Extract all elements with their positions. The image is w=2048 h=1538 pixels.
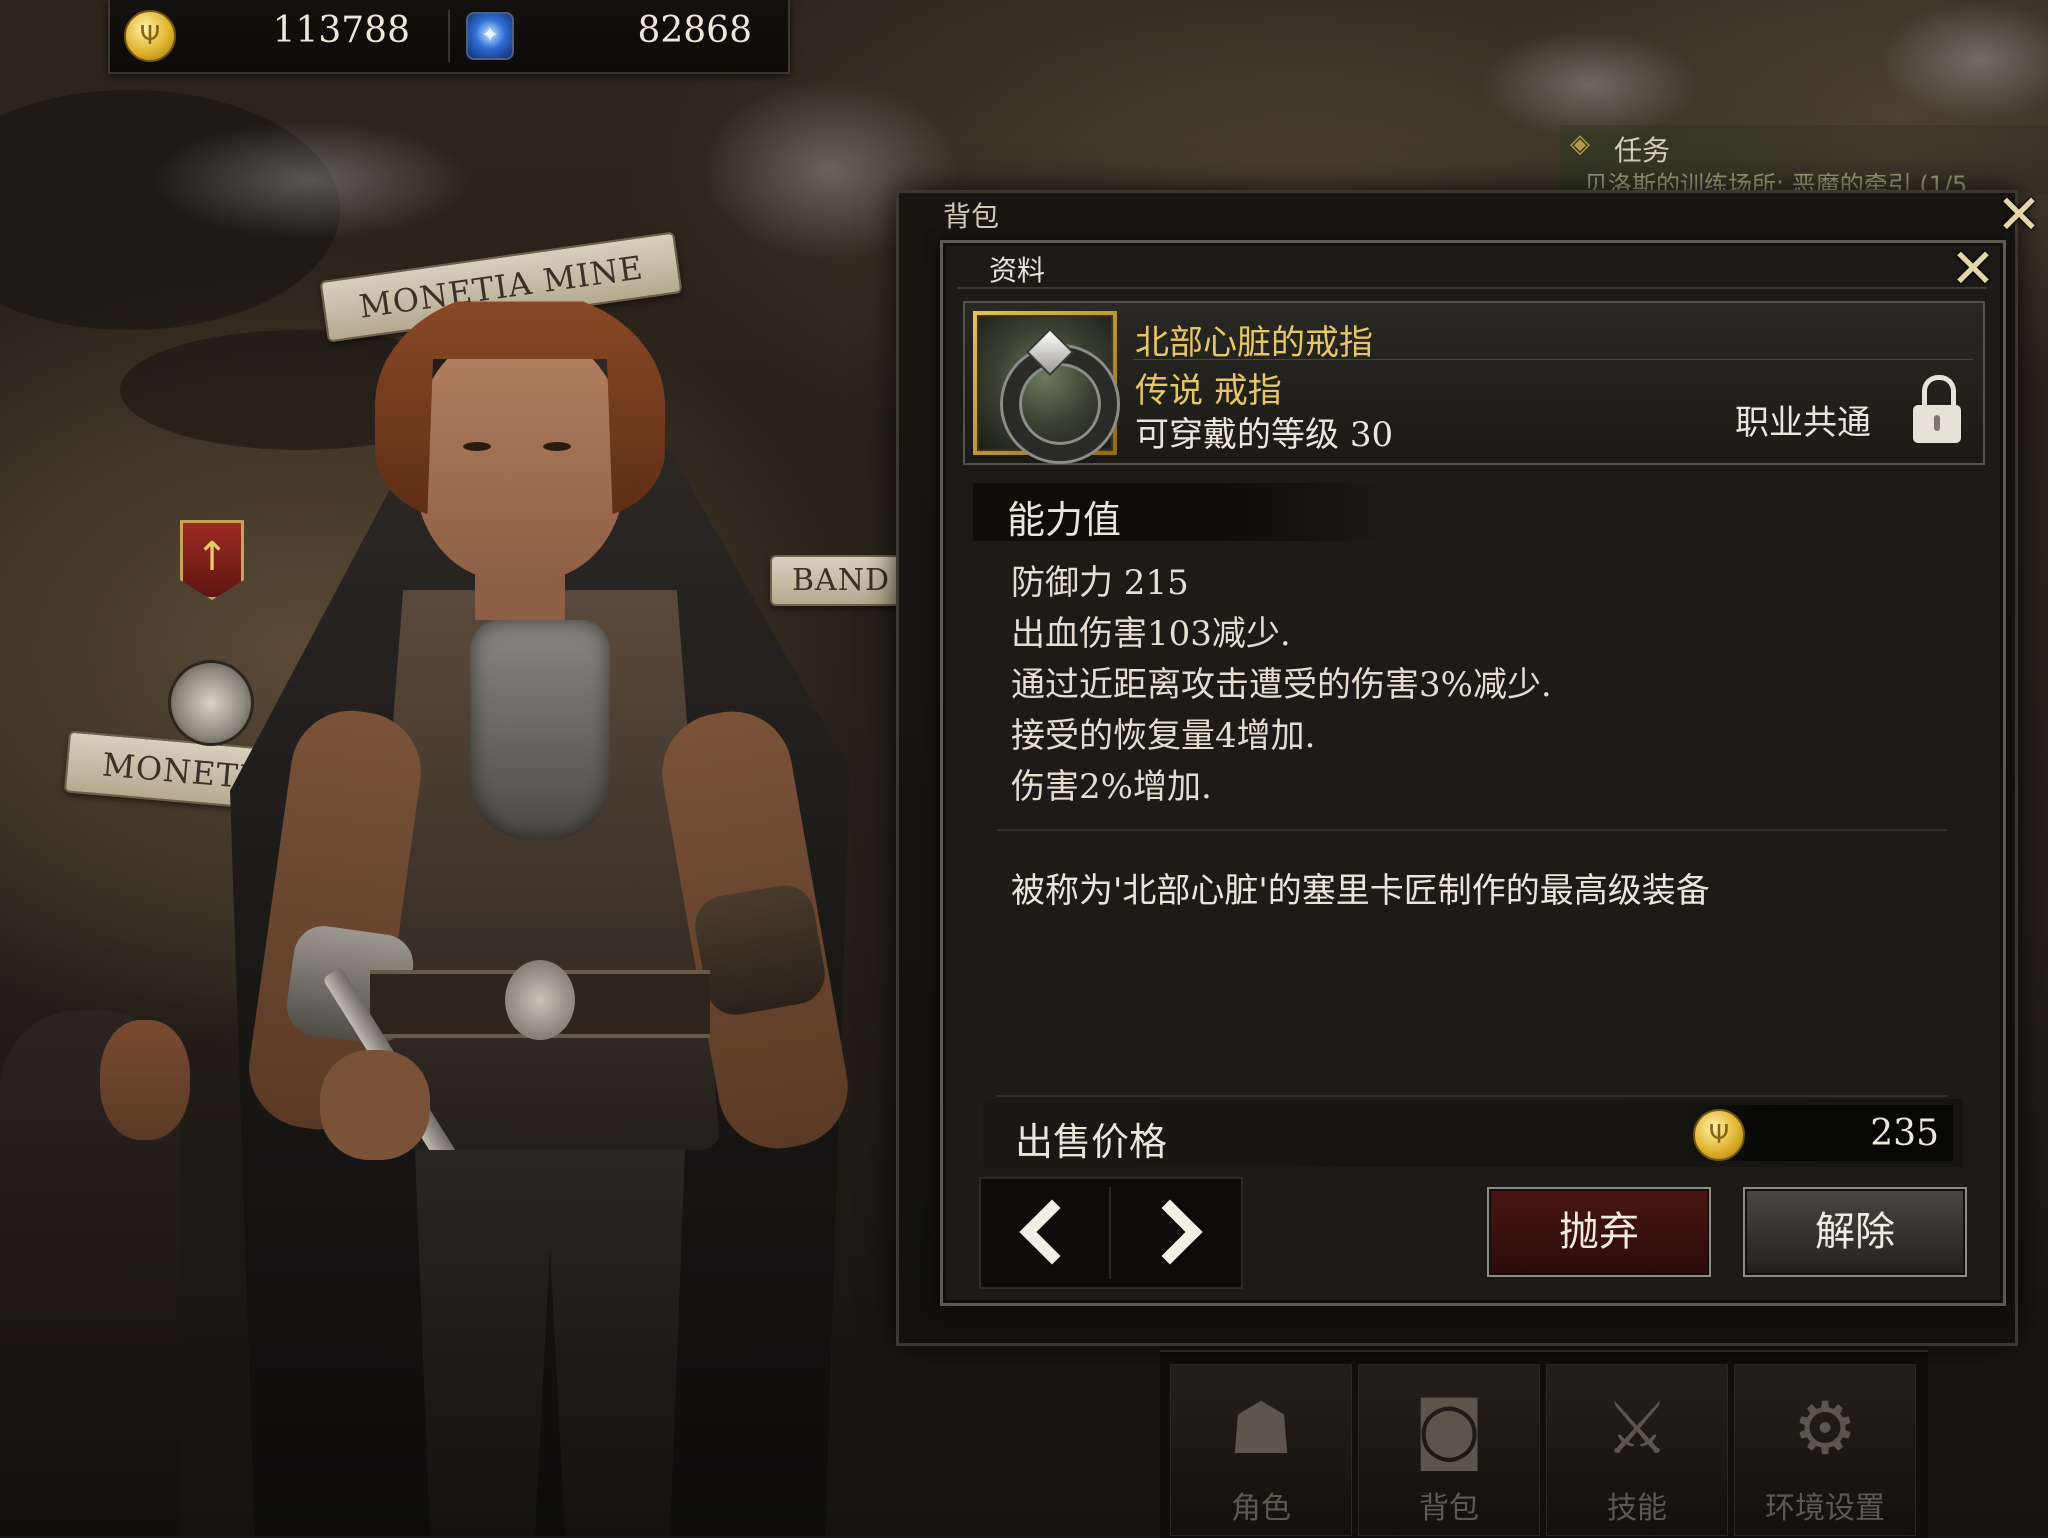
crossed-swords-icon: ⚔ <box>1604 1386 1670 1470</box>
wolf-emblem-icon: ◈ <box>1570 129 1590 159</box>
character-hand <box>320 1050 430 1160</box>
quest-objective[interactable]: 贝洛斯的训练场所: 恶魔的牵引 (1/5 <box>1584 165 2044 193</box>
item-level: 可穿戴的等级 30 <box>1135 407 1393 456</box>
inventory-title: 背包 <box>943 200 1000 233</box>
next-item-button[interactable] <box>1111 1179 1239 1287</box>
item-name: 北部心脏的戒指 <box>1135 323 1373 363</box>
item-level-label: 可穿戴的等级 <box>1135 415 1339 455</box>
nav-label: 背包 <box>1419 1491 1479 1526</box>
stats-heading-text: 能力值 <box>1007 498 1122 542</box>
info-header: 资料 <box>957 247 1987 289</box>
item-description: 被称为'北部心脏'的塞里卡匠制作的最高级装备 <box>1011 871 1710 911</box>
chevron-right-icon <box>1137 1199 1203 1265</box>
section-divider <box>997 829 1947 831</box>
info-close-icon[interactable]: ✕ <box>1949 242 1997 296</box>
quest-title: 任务 <box>1614 134 1671 167</box>
character-chest-armor <box>470 620 610 840</box>
lock-keyhole <box>1934 415 1940 431</box>
bottom-nav: ☗ 角色 ◙ 背包 ⚔ 技能 ⚙ 环境设置 <box>1160 1350 1928 1538</box>
gear-icon: ⚙ <box>1792 1386 1858 1470</box>
info-title: 资料 <box>989 254 1046 287</box>
lock-icon[interactable] <box>1913 375 1963 445</box>
map-cloud <box>150 120 470 240</box>
nav-label: 技能 <box>1607 1491 1667 1526</box>
hooded-figure-icon: ☗ <box>1228 1386 1294 1470</box>
sell-price-value: 235 <box>1870 1113 1939 1154</box>
lock-shackle <box>1922 375 1956 408</box>
item-rarity: 传说 戒指 <box>1135 371 1282 411</box>
blue-gem-icon: ✦ <box>466 12 514 60</box>
sell-price-label: 出售价格 <box>1015 1120 1168 1164</box>
character-head <box>415 330 625 580</box>
character-belt-buckle <box>505 960 575 1040</box>
item-icon-frame <box>973 311 1117 461</box>
item-nav-arrows <box>979 1177 1243 1289</box>
stat-line: 伤害2%增加. <box>1011 767 1212 807</box>
gold-amount: 113788 <box>272 10 410 51</box>
unequip-button[interactable]: 解除 <box>1743 1187 1967 1277</box>
currency-divider <box>448 10 450 62</box>
nav-label: 角色 <box>1231 1491 1291 1526</box>
sell-price-row: 出售价格 Ψ 235 <box>983 1099 1963 1167</box>
map-cloud <box>1880 0 2048 120</box>
nav-backpack-button[interactable]: ◙ 背包 <box>1358 1364 1540 1536</box>
item-info-panel: 资料 ✕ 北部心脏的戒指 传说 戒指 可穿戴的等级 30 职业共通 能力值 防御… <box>940 240 2006 1306</box>
gold-coin-icon: Ψ <box>1693 1109 1745 1161</box>
character-eye <box>543 442 571 451</box>
ring-icon <box>977 315 1117 461</box>
stats-list: 防御力 215 出血伤害103减少. 通过近距离攻击遭受的伤害3%减少. 接受的… <box>1011 555 1911 810</box>
stat-line: 出血伤害103减少. <box>1011 614 1291 654</box>
backpack-icon: ◙ <box>1414 1386 1484 1470</box>
character-portrait <box>170 290 910 1536</box>
stat-line: 防御力 215 <box>1011 563 1189 603</box>
character-eye <box>463 442 491 451</box>
previous-item-button[interactable] <box>981 1179 1109 1287</box>
sell-price-box: Ψ 235 <box>1683 1105 1953 1161</box>
item-level-value: 30 <box>1349 415 1394 455</box>
stats-heading: 能力值 <box>973 483 1393 542</box>
gem-amount: 82868 <box>637 10 752 51</box>
nav-label: 环境设置 <box>1765 1491 1885 1526</box>
inventory-close-icon[interactable]: ✕ <box>1995 188 2043 242</box>
map-cloud <box>1480 30 1700 140</box>
stat-line: 通过近距离攻击遭受的伤害3%减少. <box>1011 665 1552 705</box>
item-class: 职业共通 <box>1735 403 1871 443</box>
section-divider <box>997 1095 1947 1097</box>
chevron-left-icon <box>1019 1199 1085 1265</box>
gold-coin-icon: Ψ <box>124 10 176 62</box>
discard-button[interactable]: 抛弃 <box>1487 1187 1711 1277</box>
nav-settings-button[interactable]: ⚙ 环境设置 <box>1734 1364 1916 1536</box>
currency-bar: Ψ 113788 ✦ 82868 <box>108 0 790 74</box>
item-card: 北部心脏的戒指 传说 戒指 可穿戴的等级 30 职业共通 <box>963 301 1985 465</box>
character-bracer <box>690 880 830 1020</box>
quest-tracker[interactable]: ◈ 任务 贝洛斯的训练场所: 恶魔的牵引 (1/5 <box>1560 125 2048 195</box>
nav-skills-button[interactable]: ⚔ 技能 <box>1546 1364 1728 1536</box>
item-separator <box>1133 359 1973 360</box>
nav-character-button[interactable]: ☗ 角色 <box>1170 1364 1352 1536</box>
stat-line: 接受的恢复量4增加. <box>1011 716 1316 756</box>
